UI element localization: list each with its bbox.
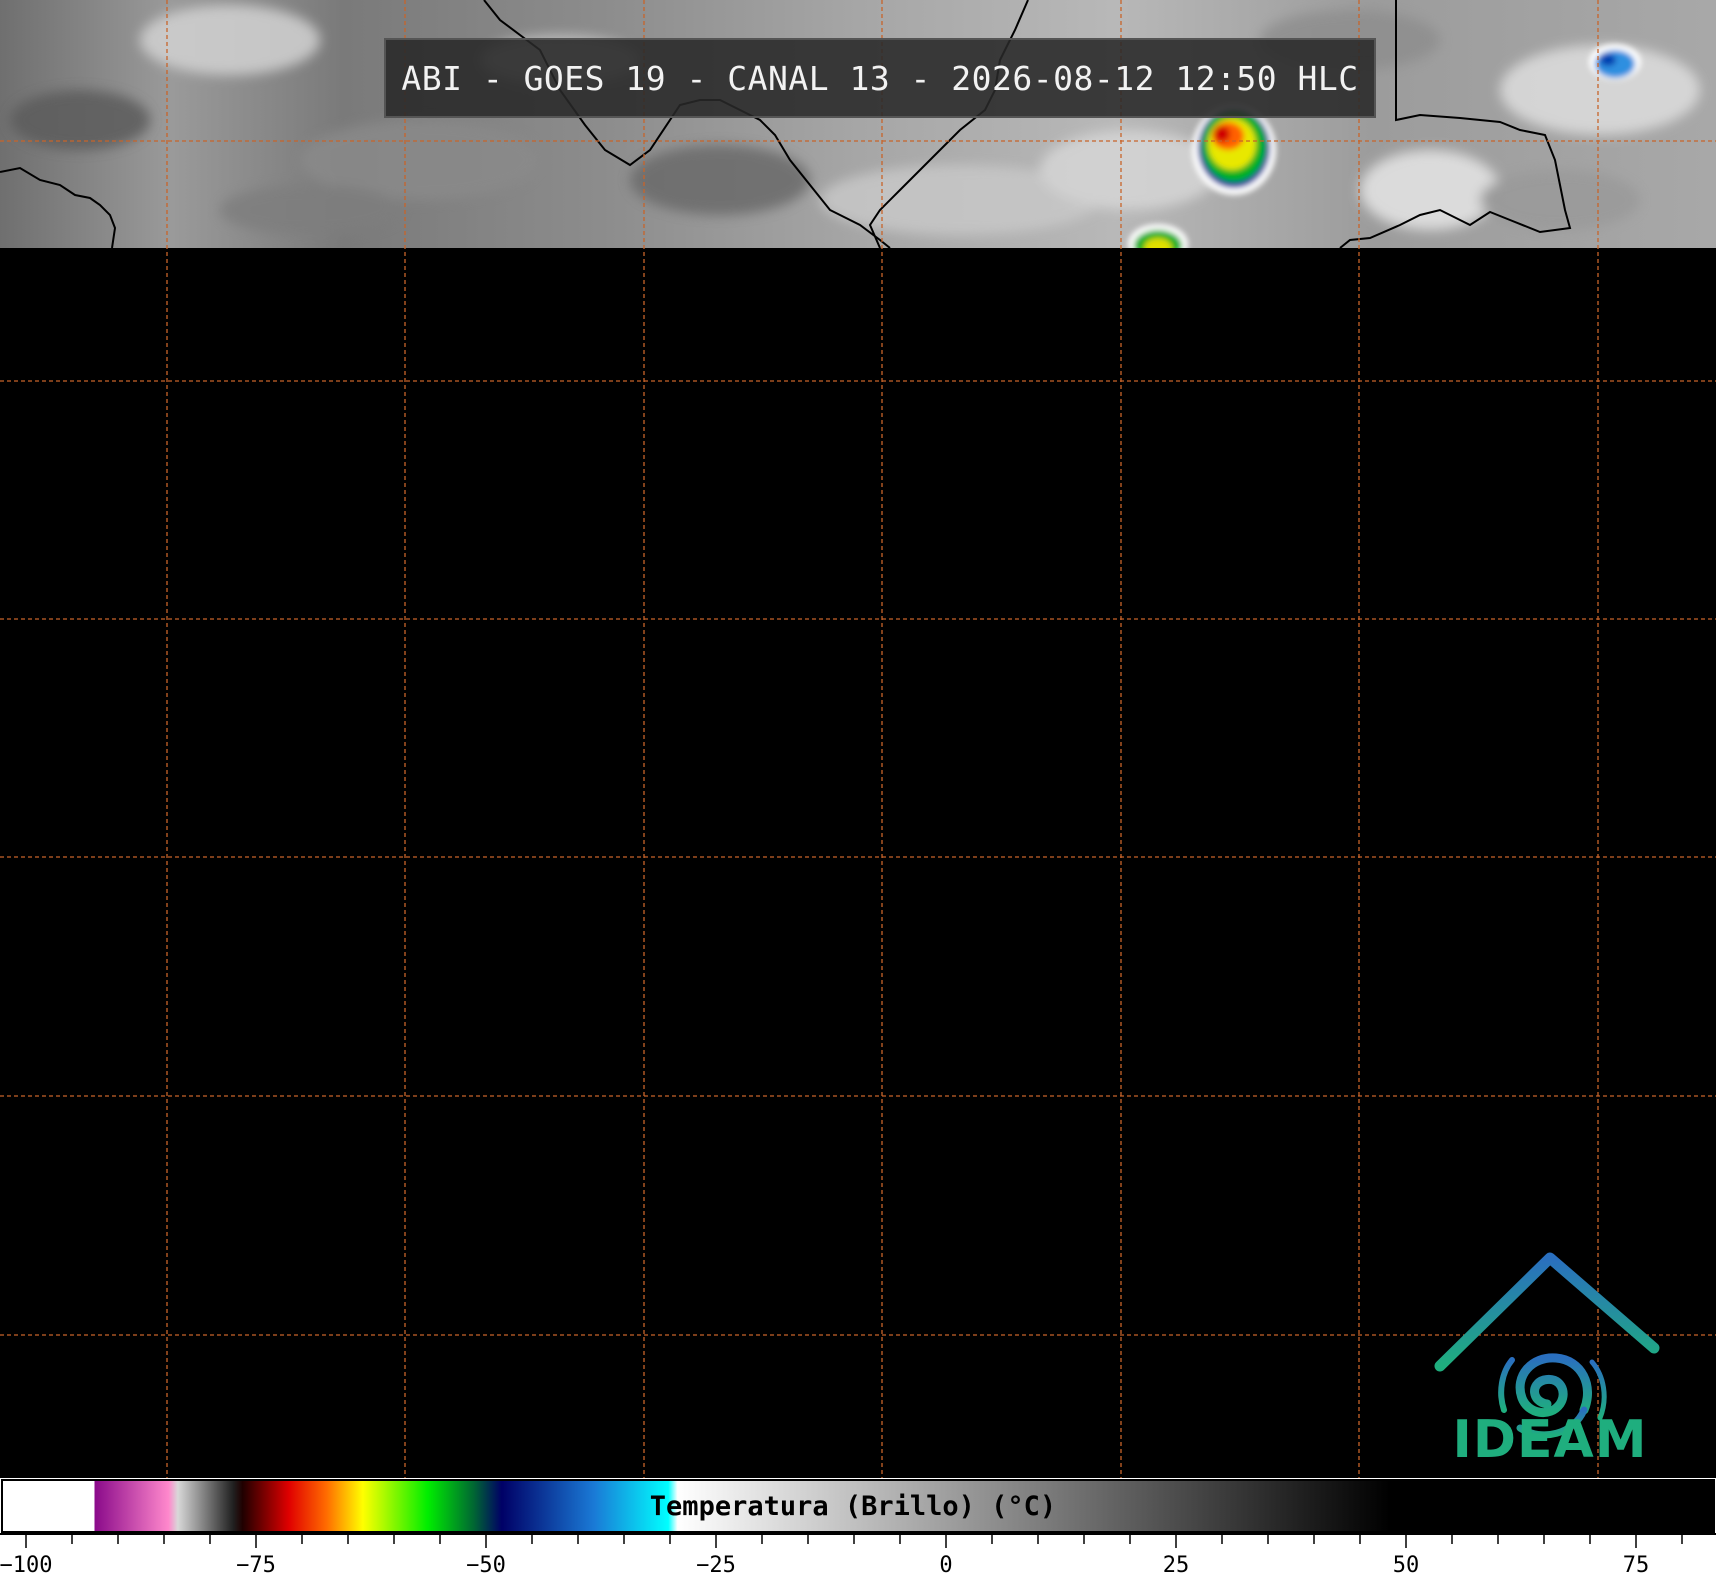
tick-label: −100 (0, 1553, 52, 1577)
tick-label: 25 (1163, 1553, 1190, 1577)
colorbar: −100 −75 −50 −25 0 25 50 75 (0, 1478, 1716, 1577)
colorbar-graphic: −100 −75 −50 −25 0 25 50 75 (0, 1479, 1716, 1577)
logo-text: IDEAM (1452, 1410, 1648, 1470)
satellite-map[interactable]: ABI - GOES 19 - CANAL 13 - 2026-08-12 12… (0, 0, 1716, 1478)
image-title: ABI - GOES 19 - CANAL 13 - 2026-08-12 12… (384, 38, 1376, 118)
tick-label: −75 (236, 1553, 276, 1577)
tick-label: −50 (466, 1553, 506, 1577)
tick-label: 0 (939, 1553, 952, 1577)
tick-label: 50 (1393, 1553, 1420, 1577)
tick-label: −25 (696, 1553, 736, 1577)
satellite-viewer: ABI - GOES 19 - CANAL 13 - 2026-08-12 12… (0, 0, 1716, 1577)
tick-label: 75 (1623, 1553, 1650, 1577)
colorbar-gradient (1, 1479, 1715, 1533)
